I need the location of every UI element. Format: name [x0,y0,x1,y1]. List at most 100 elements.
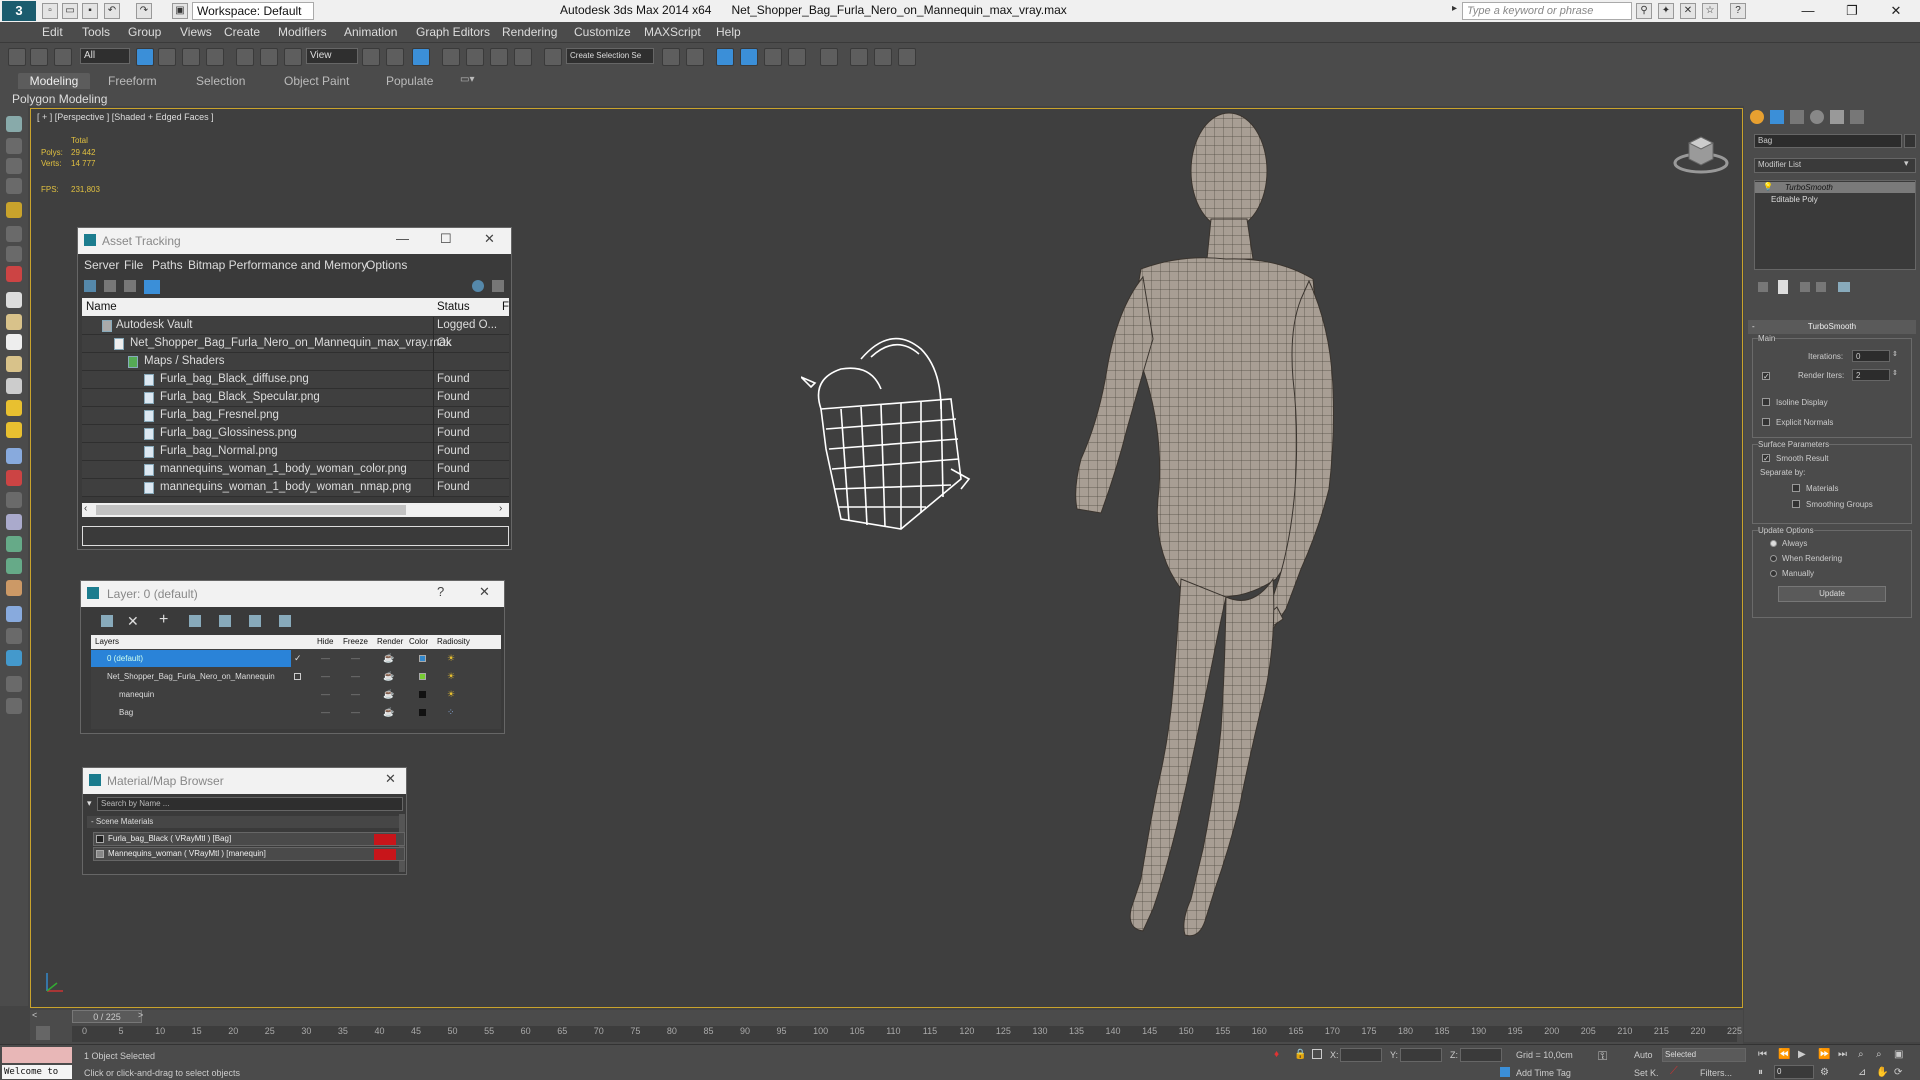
grid-view-icon[interactable] [144,280,160,294]
go-to-end-icon[interactable]: ⏭ [1838,1049,1847,1060]
material-item[interactable]: Furla_bag_Black ( VRayMtl ) [Bag] [93,832,405,846]
world-icon[interactable] [6,606,22,622]
maxscript-listener-pink[interactable] [2,1047,72,1063]
refresh-icon[interactable] [84,280,96,292]
app-logo[interactable]: 3 [2,1,36,21]
time-tag-icon[interactable] [1500,1067,1510,1077]
material-search-input[interactable]: Search by Name ... [97,797,403,811]
at-settings-icon[interactable] [492,280,504,292]
highlight-layer-icon[interactable] [219,615,231,627]
omni-light-icon[interactable] [6,422,22,438]
iterations-spinner[interactable]: ⇕ [1892,350,1898,358]
show-end-result-icon[interactable] [1778,280,1788,294]
layer-row[interactable]: Net_Shopper_Bag_Furla_Nero_on_Mannequin … [91,668,501,686]
material-browser-titlebar[interactable]: Material/Map Browser ✕ [83,768,406,794]
radiosity-icon[interactable]: ⁘ [447,704,455,721]
hair-icon[interactable] [6,536,22,552]
layer-row[interactable]: manequin — — ☕ ☀ [91,686,501,704]
torus-icon[interactable] [6,334,22,350]
smoothing-groups-checkbox[interactable] [1792,500,1800,508]
field-of-view-icon[interactable]: ⊿ [1858,1067,1866,1078]
layer-color-swatch[interactable] [419,709,426,716]
prev-frame-icon[interactable]: ⏪ [1778,1049,1790,1060]
render-toggle-icon[interactable]: ☕ [383,704,394,721]
menu-views[interactable]: Views [180,25,212,39]
at-menu-file[interactable]: File [124,258,143,272]
compound-icon[interactable] [6,628,22,644]
pivot-center-icon[interactable] [362,48,380,66]
new-file-icon[interactable]: ▫ [42,3,58,19]
communication-icon[interactable]: ✕ [1680,3,1696,19]
freeze-all-icon[interactable] [279,615,291,627]
asset-path-field[interactable] [82,526,509,546]
align-icon[interactable] [686,48,704,66]
render-iters-input[interactable]: 2 [1852,369,1890,381]
menu-animation[interactable]: Animation [344,25,397,39]
bone-icon[interactable] [6,492,22,508]
help-icon[interactable]: ? [1730,3,1746,19]
menu-help[interactable]: Help [716,25,741,39]
set-key-button[interactable]: Set K. [1634,1068,1659,1078]
binoculars-icon[interactable]: ⚲ [1636,3,1652,19]
dummy-icon[interactable] [6,580,22,596]
asset-tracking-titlebar[interactable]: Asset Tracking — ☐ ✕ [78,228,511,254]
script-icon[interactable] [6,650,22,666]
modifier-list-dropdown[interactable]: Modifier List [1754,158,1916,173]
redo-icon[interactable]: ↷ [136,3,152,19]
object-color-swatch[interactable] [1904,134,1916,148]
zoom-icon[interactable]: ⌕ [1858,1049,1864,1060]
display-tab-icon[interactable] [1830,110,1844,124]
menu-create[interactable]: Create [224,25,260,39]
hide-toggle[interactable]: — [321,650,330,667]
region-select-icon[interactable] [182,48,200,66]
mini-curve-editor-icon[interactable] [36,1026,50,1040]
play-icon[interactable]: ▶ [1798,1049,1806,1060]
remove-modifier-icon[interactable] [1816,282,1826,292]
col-freeze[interactable]: Freeze [343,635,368,649]
helper-icon[interactable] [6,246,22,262]
modify-tab-icon[interactable] [1770,110,1784,124]
manually-radio[interactable] [1770,570,1777,577]
zoom-all-icon[interactable]: ⌕ [1876,1049,1882,1060]
biped-icon[interactable] [6,514,22,530]
unlink-icon[interactable] [30,48,48,66]
reactor-icon[interactable] [6,470,22,486]
keyboard-shortcut-override-icon[interactable] [412,48,430,66]
menu-maxscript[interactable]: MAXScript [644,25,701,39]
tube-icon[interactable] [6,356,22,372]
ribbon-tab-selection[interactable]: Selection [196,74,245,88]
y-coordinate-field[interactable] [1400,1048,1442,1062]
current-frame-field[interactable]: 0 [1774,1065,1814,1079]
turbosmooth-rollout-header[interactable]: - TurboSmooth [1748,320,1916,334]
menu-customize[interactable]: Customize [574,25,631,39]
percent-snap-icon[interactable] [490,48,508,66]
isoline-checkbox[interactable] [1762,398,1770,406]
selection-filter-dropdown[interactable]: All [80,48,130,64]
cone-icon[interactable] [6,314,22,330]
active-layer-check-icon[interactable]: ✓ [294,650,302,667]
polygon-modeling-label[interactable]: Polygon Modeling [12,92,107,106]
make-unique-icon[interactable] [1800,282,1810,292]
plane-icon[interactable] [6,292,22,308]
time-slider[interactable]: 0 / 225 [72,1010,142,1023]
workspace-dropdown[interactable]: Workspace: Default [192,2,314,20]
object-name-field[interactable]: Bag [1754,134,1902,148]
col-status[interactable]: Status [437,298,470,316]
hide-toggle[interactable]: — [321,686,330,703]
select-in-layer-icon[interactable] [189,615,201,627]
col-hide[interactable]: Hide [317,635,333,649]
col-path[interactable]: F [502,298,509,316]
go-to-start-icon[interactable]: ⏮ [1758,1049,1767,1060]
angle-snap-icon[interactable] [466,48,484,66]
select-link-icon[interactable] [8,48,26,66]
update-button[interactable]: Update [1778,586,1886,602]
light-icon[interactable] [6,202,22,218]
left-help-icon[interactable] [6,698,22,714]
mirror-icon[interactable] [662,48,680,66]
at-menu-bitmap-performance[interactable]: Bitmap Performance and Memory [188,258,367,272]
snaps-toggle-icon[interactable] [442,48,460,66]
foliage-icon[interactable] [6,558,22,574]
window-crossing-icon[interactable] [206,48,224,66]
at-menu-paths[interactable]: Paths [152,258,183,272]
move-icon-2[interactable] [386,48,404,66]
